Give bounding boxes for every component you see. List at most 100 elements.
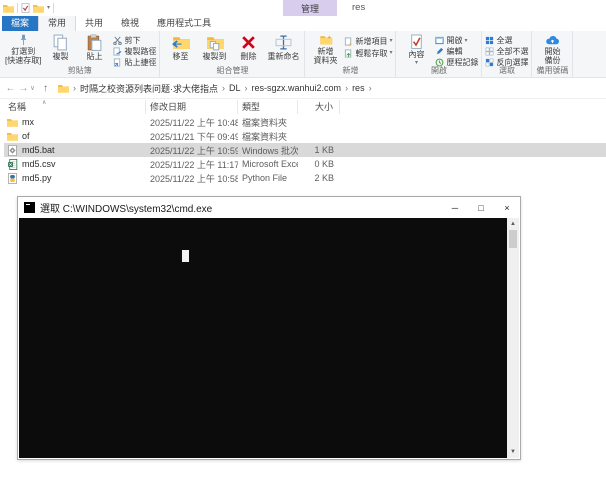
copy-to-button[interactable]: 複製到	[197, 33, 231, 66]
contextual-tab-group-label: 管理	[283, 0, 337, 16]
sort-ascending-icon: ∧	[42, 100, 47, 106]
forward-icon[interactable]: →	[17, 83, 30, 94]
ribbon-tabs: 檔案 常用 共用 檢視 應用程式工具	[0, 14, 606, 31]
excel-file-icon	[8, 158, 18, 170]
pushpin-icon	[20, 34, 27, 46]
file-row-md5-bat[interactable]: md5.bat 2025/11/22 上午 10:59 Windows 批次檔案…	[4, 143, 606, 157]
select-none-button[interactable]: 全部不選	[485, 46, 528, 57]
copy-button[interactable]: 複製	[43, 33, 77, 66]
scissors-icon	[113, 36, 123, 45]
ribbon-group-backup: 開始 備份 備用號碼	[532, 31, 574, 77]
folder-icon[interactable]	[3, 4, 14, 13]
column-header-date[interactable]: 修改日期	[146, 100, 238, 114]
crumb-separator-icon: ›	[73, 83, 76, 93]
new-folder-icon	[320, 35, 333, 45]
divider	[17, 3, 18, 13]
group-label-organize: 組合管理	[216, 66, 249, 75]
history-dropdown-icon[interactable]: ∨	[30, 84, 39, 92]
explorer-window: ▾ 管理 res 檔案 常用 共用 檢視 應用程式工具 釘選到 [快速存取] 複…	[0, 0, 606, 185]
properties-icon	[411, 34, 422, 49]
paste-icon	[87, 34, 102, 51]
ribbon-group-organize: 移至 複製到 刪除 重新命名 組合管理	[160, 31, 306, 77]
breadcrumb: › 时隔之校资源列表问题·求大佬指点 › DL › res-sgzx.wanhu…	[58, 82, 372, 95]
group-label-select: 選取	[498, 66, 515, 75]
tab-share[interactable]: 共用	[76, 15, 112, 31]
dropdown-icon: ▾	[389, 50, 393, 56]
crumb-separator-icon: ›	[244, 83, 248, 93]
new-folder-button[interactable]: 新增 資料夾	[308, 33, 342, 66]
group-label-clipboard: 剪貼簿	[67, 66, 92, 75]
folder-icon[interactable]	[33, 4, 44, 13]
back-icon[interactable]: ←	[4, 83, 17, 94]
file-row-mx[interactable]: mx 2025/11/22 上午 10:48 檔案資料夾	[4, 115, 606, 129]
quick-access-toolbar: ▾	[0, 3, 55, 13]
column-header-name[interactable]: ∧ 名稱	[4, 100, 146, 114]
console-scrollbar[interactable]: ▲ ▼	[507, 218, 519, 458]
file-list: mx 2025/11/22 上午 10:48 檔案資料夾 of 2025/11/…	[4, 115, 606, 185]
open-button[interactable]: 開啟 ▾	[435, 35, 478, 46]
file-row-of[interactable]: of 2025/11/21 下午 09:49 檔案資料夾	[4, 129, 606, 143]
ribbon-group-clipboard: 釘選到 [快速存取] 複製 貼上 剪下 複製路徑 貼上捷徑 剪貼簿	[0, 31, 161, 77]
column-header-type[interactable]: 類型	[238, 100, 298, 114]
open-icon	[435, 36, 445, 45]
crumb-separator-icon: ›	[368, 83, 372, 93]
qat-dropdown-icon[interactable]: ▾	[47, 5, 50, 11]
delete-button[interactable]: 刪除	[231, 33, 265, 66]
properties-check-icon[interactable]	[21, 3, 30, 13]
file-row-md5-py[interactable]: md5.py 2025/11/22 上午 10:58 Python File 2…	[4, 171, 606, 185]
scroll-down-icon[interactable]: ▼	[507, 446, 519, 458]
column-header-size[interactable]: 大小	[298, 100, 340, 114]
breadcrumb-item[interactable]: DL	[229, 83, 241, 93]
desktop: ▾ 管理 res 檔案 常用 共用 檢視 應用程式工具 釘選到 [快速存取] 複…	[0, 0, 606, 499]
edit-pencil-icon	[437, 47, 444, 55]
cmd-window: 選取 C:\WINDOWS\system32\cmd.exe ─ □ × ▲ ▼	[17, 196, 521, 460]
start-backup-button[interactable]: 開始 備份	[535, 33, 569, 66]
maximize-icon[interactable]: □	[468, 197, 494, 218]
console-area[interactable]: ▲ ▼	[19, 218, 519, 458]
breadcrumb-item[interactable]: res-sgzx.wanhui2.com	[252, 83, 342, 93]
group-label-new: 新增	[342, 66, 359, 75]
tab-file[interactable]: 檔案	[2, 15, 39, 31]
folder-icon	[58, 84, 69, 93]
python-file-icon	[8, 172, 17, 184]
paste-button[interactable]: 貼上	[77, 33, 111, 66]
tab-home[interactable]: 常用	[38, 14, 77, 31]
up-icon[interactable]: ↑	[39, 83, 52, 94]
tab-view[interactable]: 檢視	[112, 15, 148, 31]
minimize-icon[interactable]: ─	[442, 197, 468, 218]
batch-file-icon	[8, 144, 17, 156]
scrollbar-thumb[interactable]	[509, 230, 517, 248]
cut-button[interactable]: 剪下	[113, 35, 156, 46]
cmd-window-title: 選取 C:\WINDOWS\system32\cmd.exe	[40, 204, 213, 215]
delete-x-icon	[242, 36, 255, 49]
copy-path-button[interactable]: 複製路徑	[113, 46, 156, 57]
close-icon[interactable]: ×	[494, 197, 520, 218]
properties-button[interactable]: 內容 ▾	[399, 33, 433, 66]
move-to-button[interactable]: 移至	[163, 33, 197, 66]
select-all-button[interactable]: 全選	[485, 35, 528, 46]
pin-to-quick-access-button[interactable]: 釘選到 [快速存取]	[3, 33, 43, 66]
breadcrumb-item[interactable]: 时隔之校资源列表问题·求大佬指点	[80, 82, 218, 95]
select-none-icon	[486, 47, 494, 56]
scroll-up-icon[interactable]: ▲	[507, 218, 519, 230]
file-row-md5-csv[interactable]: md5.csv 2025/11/22 上午 11:17 Microsoft Ex…	[4, 157, 606, 171]
edit-button[interactable]: 編輯	[435, 46, 478, 57]
select-all-icon	[486, 36, 494, 45]
cmd-app-icon	[24, 202, 35, 213]
easy-access-button[interactable]: 輕鬆存取 ▾	[344, 47, 392, 59]
ribbon-group-select: 全選 全部不選 反向選擇 選取	[482, 31, 533, 77]
rename-button[interactable]: 重新命名	[265, 33, 301, 66]
dropdown-icon: ▾	[389, 38, 393, 44]
address-bar: ← → ∨ ↑ › 时隔之校资源列表问题·求大佬指点 › DL › res-sg…	[0, 78, 606, 99]
easy-access-icon	[345, 48, 352, 58]
tab-app-tools[interactable]: 應用程式工具	[148, 15, 220, 31]
group-label-open: 開啟	[430, 66, 447, 75]
column-headers: ∧ 名稱 修改日期 類型 大小	[4, 99, 606, 115]
group-label-backup: 備用號碼	[536, 66, 569, 75]
window-title: res	[352, 2, 366, 13]
copy-icon	[53, 34, 67, 51]
cmd-titlebar[interactable]: 選取 C:\WINDOWS\system32\cmd.exe ─ □ ×	[18, 197, 520, 218]
ribbon: 釘選到 [快速存取] 複製 貼上 剪下 複製路徑 貼上捷徑 剪貼簿 移至 複製到…	[0, 31, 606, 78]
breadcrumb-item[interactable]: res	[352, 83, 365, 93]
new-item-button[interactable]: 新增項目 ▾	[344, 35, 392, 47]
